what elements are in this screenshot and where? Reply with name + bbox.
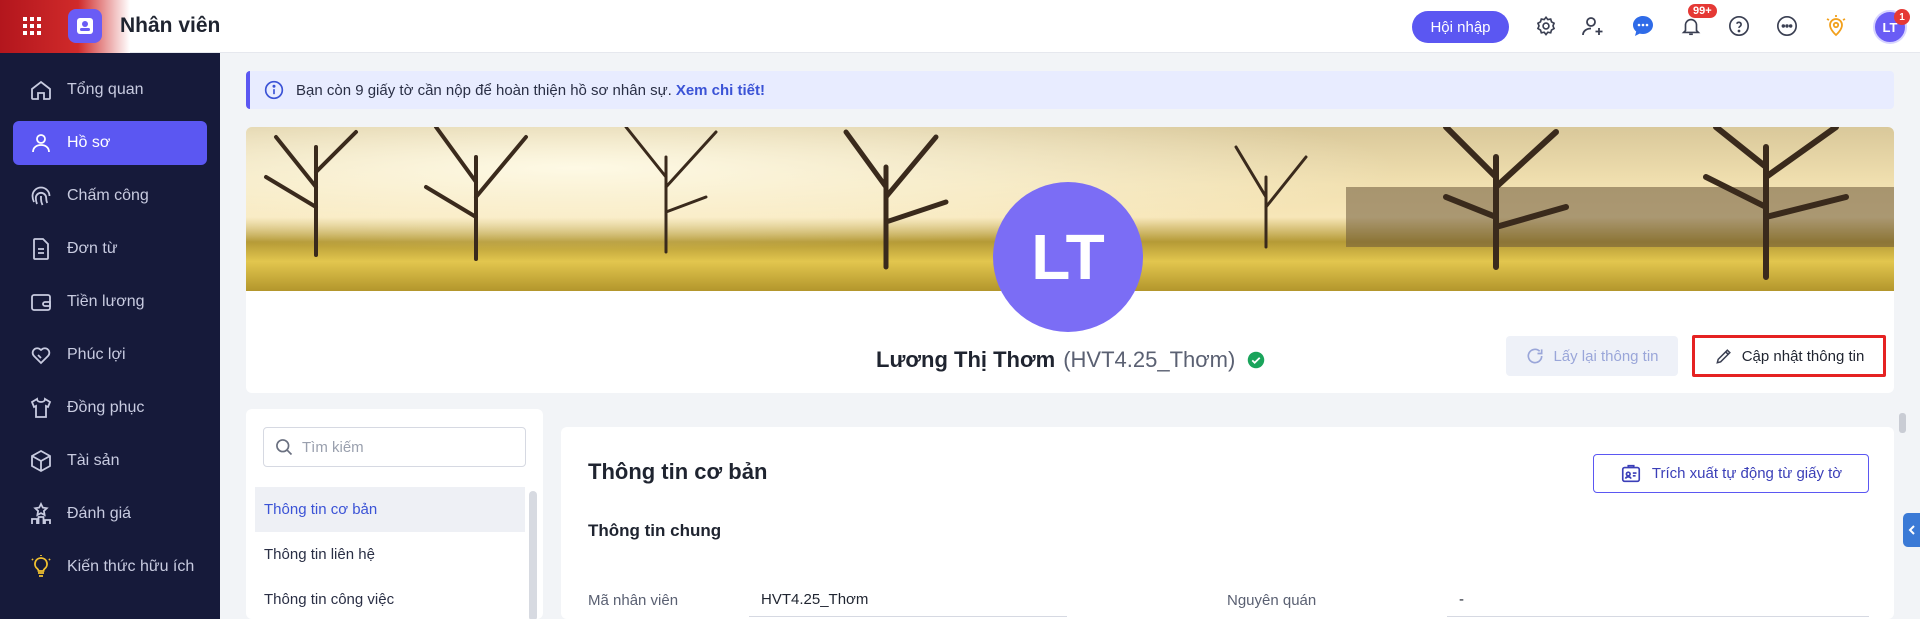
sidebar-item-label: Đơn từ <box>67 240 118 257</box>
help-icon[interactable] <box>1726 13 1752 39</box>
chevron-left-icon <box>1908 525 1915 535</box>
notification-bell-icon[interactable]: 99+ <box>1678 4 1717 39</box>
field-label-employee-code: Mã nhân viên <box>588 592 679 609</box>
auto-extract-label: Trích xuất tự động từ giấy tờ <box>1651 465 1843 482</box>
user-icon <box>32 134 50 153</box>
lightbulb-icon <box>31 555 51 577</box>
sidebar-item-dong-phuc[interactable]: Đồng phục <box>13 386 207 430</box>
more-icon[interactable] <box>1774 13 1800 39</box>
search-icon <box>276 439 293 456</box>
notification-badge: 99+ <box>1688 4 1717 18</box>
app-title: Nhân viên <box>120 14 221 37</box>
sidebar-item-label: Đồng phục <box>67 399 145 416</box>
search-box <box>263 427 526 467</box>
sidebar-item-label: Phúc lợi <box>67 346 126 363</box>
handshake-icon <box>31 347 51 365</box>
sidebar: Tổng quan Hồ sơ Chấm công Đơn từ Tiền lư… <box>0 53 220 619</box>
info-icon <box>264 80 284 100</box>
map-pin-icon[interactable] <box>1823 13 1849 39</box>
section-title: Thông tin cơ bản <box>588 459 768 484</box>
notice-banner: Bạn còn 9 giấy tờ cần nộp để hoàn thiện … <box>246 71 1894 109</box>
sidebar-item-tai-san[interactable]: Tài sản <box>13 439 207 483</box>
id-card-icon <box>1621 464 1640 482</box>
profile-avatar: LT <box>993 182 1143 332</box>
reload-info-button[interactable]: Lấy lại thông tin <box>1506 336 1678 376</box>
sidebar-item-don-tu[interactable]: Đơn từ <box>13 227 207 271</box>
reload-info-label: Lấy lại thông tin <box>1553 347 1659 365</box>
refresh-icon <box>1527 348 1543 364</box>
sidebar-item-label: Tài sản <box>67 452 120 469</box>
sidebar-item-tien-luong[interactable]: Tiền lương <box>13 280 207 324</box>
field-label-hometown: Nguyên quán <box>1227 592 1317 609</box>
fingerprint-icon <box>31 186 51 206</box>
sidebar-item-label: Tiền lương <box>67 293 145 310</box>
profile-card: LT Lương Thị Thơm (HVT4.25_Thơm) Lấy lại… <box>246 127 1894 393</box>
employee-name-line: Lương Thị Thơm (HVT4.25_Thơm) <box>876 347 1265 373</box>
user-badge-icon <box>77 18 93 34</box>
sidebar-item-kien-thuc[interactable]: Kiến thức hữu ích <box>13 545 207 589</box>
settings-icon[interactable] <box>1533 13 1559 39</box>
home-icon <box>31 80 51 100</box>
ranking-icon <box>31 502 51 524</box>
chat-icon[interactable] <box>1630 13 1656 39</box>
section-item-basic-info[interactable]: Thông tin cơ bản <box>255 487 525 532</box>
notice-text: Bạn còn 9 giấy tờ cần nộp để hoàn thiện … <box>296 81 672 99</box>
wallet-icon <box>31 294 51 311</box>
section-item-contact-info[interactable]: Thông tin liên hệ <box>255 532 525 577</box>
search-input[interactable] <box>302 438 522 456</box>
verified-check-icon <box>1248 351 1265 369</box>
app-grid-icon[interactable] <box>22 16 42 36</box>
subsection-title: Thông tin chung <box>588 521 722 540</box>
update-info-button[interactable]: Cập nhật thông tin <box>1692 335 1886 377</box>
sidebar-item-cham-cong[interactable]: Chấm công <box>13 174 207 218</box>
shirt-icon <box>30 397 52 418</box>
update-info-label: Cập nhật thông tin <box>1741 347 1865 365</box>
sidebar-item-label: Đánh giá <box>67 505 132 522</box>
sidebar-item-label: Kiến thức hữu ích <box>67 558 195 575</box>
add-user-icon[interactable] <box>1580 13 1606 39</box>
section-nav-panel: Thông tin cơ bản Thông tin liên hệ Thông… <box>246 409 543 619</box>
pencil-icon <box>1716 349 1731 364</box>
sidebar-item-label: Chấm công <box>67 187 149 204</box>
employee-code: (HVT4.25_Thơm) <box>1063 347 1236 372</box>
sidebar-item-label: Tổng quan <box>67 81 144 98</box>
avatar-badge: 1 <box>1894 9 1910 25</box>
sidebar-item-danh-gia[interactable]: Đánh giá <box>13 492 207 536</box>
christmas-banner <box>0 0 130 53</box>
sidebar-item-tong-quan[interactable]: Tổng quan <box>13 68 207 112</box>
section-scrollbar[interactable] <box>529 491 537 619</box>
top-bar: Nhân viên Hội nhập 99+ LT 1 <box>0 0 1920 53</box>
sidebar-item-phuc-loi[interactable]: Phúc lợi <box>13 333 207 377</box>
section-item-job-info[interactable]: Thông tin công việc <box>255 577 525 619</box>
employee-name: Lương Thị Thơm <box>876 347 1056 372</box>
collapse-panel-tab[interactable] <box>1903 513 1920 547</box>
app-logo <box>68 9 102 43</box>
join-button[interactable]: Hội nhập <box>1412 11 1509 43</box>
user-avatar[interactable]: LT 1 <box>1873 9 1910 44</box>
page-scrollbar[interactable] <box>1899 413 1906 433</box>
field-value-employee-code[interactable]: HVT4.25_Thơm <box>749 591 1067 617</box>
notice-link[interactable]: Xem chi tiết! <box>676 82 765 99</box>
document-icon <box>33 238 49 260</box>
sidebar-item-label: Hồ sơ <box>67 134 111 151</box>
content-panel: Thông tin cơ bản Trích xuất tự động từ g… <box>561 427 1894 619</box>
auto-extract-button[interactable]: Trích xuất tự động từ giấy tờ <box>1593 454 1869 493</box>
sidebar-item-ho-so[interactable]: Hồ sơ <box>13 121 207 165</box>
field-value-hometown[interactable]: - <box>1447 591 1869 617</box>
box-icon <box>31 449 51 473</box>
